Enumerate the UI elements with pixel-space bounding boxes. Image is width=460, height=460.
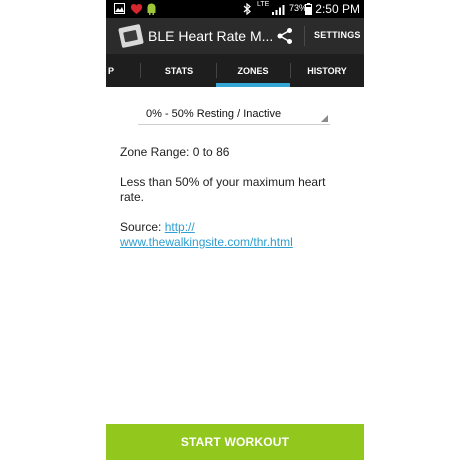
signal-icon: [272, 5, 285, 15]
battery-icon: [305, 3, 312, 15]
zone-description-line: rate.: [120, 190, 145, 204]
zone-description-line: Less than 50% of your maximum heart: [120, 175, 326, 189]
status-time: 2:50 PM: [315, 2, 360, 16]
settings-button[interactable]: SETTINGS: [314, 30, 361, 40]
tab-bar: P STATS ZONES HISTORY: [106, 54, 364, 87]
share-icon[interactable]: [276, 27, 294, 45]
tab-history[interactable]: HISTORY: [290, 54, 364, 87]
source-link[interactable]: www.thewalkingsite.com/thr.html: [120, 235, 293, 250]
action-divider: [304, 26, 305, 46]
zone-select[interactable]: 0% - 50% Resting / Inactive: [138, 106, 330, 125]
zone-range-text: Zone Range: 0 to 86: [120, 145, 230, 159]
source-text: Source: http:// www.thewalkingsite.com/t…: [120, 220, 293, 250]
phone-screen: LTE 73% 2:50 PM BLE Heart Rate M... SETT…: [106, 0, 364, 460]
status-bar: LTE 73% 2:50 PM: [106, 0, 364, 18]
source-label: Source:: [120, 220, 165, 234]
source-link[interactable]: http://: [165, 220, 195, 234]
zone-description: Less than 50% of your maximum heart rate…: [120, 175, 325, 205]
start-workout-button[interactable]: START WORKOUT: [106, 424, 364, 460]
tab-selected-indicator: [216, 83, 290, 87]
tab-divider: [140, 63, 141, 78]
zone-select-value: 0% - 50% Resting / Inactive: [146, 108, 282, 120]
tab-stats[interactable]: STATS: [142, 54, 216, 87]
action-bar: BLE Heart Rate M... SETTINGS: [106, 18, 364, 54]
app-icon[interactable]: [118, 23, 144, 49]
tab-map[interactable]: P: [106, 54, 116, 87]
heart-icon: [130, 3, 143, 14]
bluetooth-icon: [243, 3, 251, 15]
dropdown-arrow-icon: [321, 115, 328, 122]
network-type-label: LTE: [257, 1, 270, 8]
app-title: BLE Heart Rate M...: [148, 28, 274, 44]
image-icon: [114, 3, 125, 14]
android-icon: [147, 3, 156, 15]
